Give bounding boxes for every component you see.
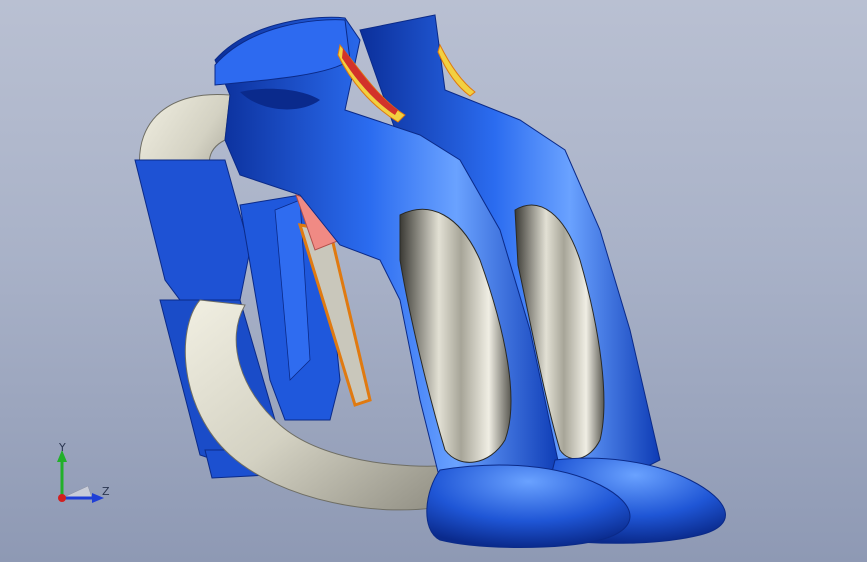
body-rear-block [134,159,251,306]
cad-graphics-viewport[interactable]: Y Z [0,0,867,562]
triad-plane [61,485,93,499]
triad-y-label: Y [59,441,66,454]
triad-z-label: Z [102,485,110,498]
x-axis-dot [58,494,66,502]
nozzle-3d-model[interactable] [0,0,867,562]
